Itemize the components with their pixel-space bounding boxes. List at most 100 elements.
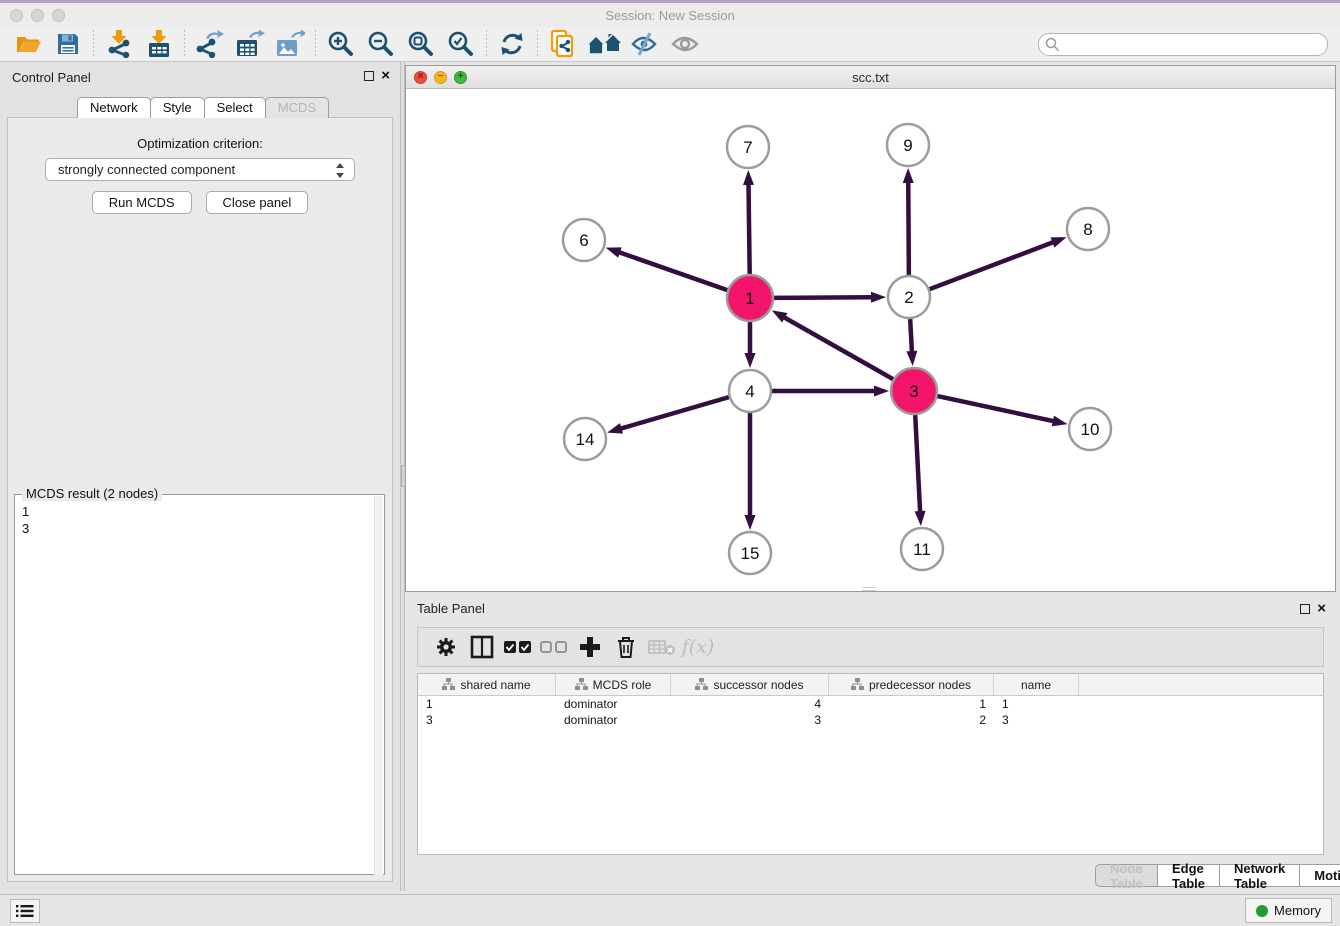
column-header-successor-nodes[interactable]: successor nodes (671, 674, 829, 695)
table-cell[interactable]: 1 (829, 697, 994, 711)
column-header-label: predecessor nodes (869, 678, 971, 692)
network-graph[interactable]: 1234678910111415 (406, 89, 1335, 591)
edge-3-1[interactable] (783, 317, 893, 379)
column-header-label: MCDS role (593, 678, 652, 692)
float-table-panel-icon[interactable] (1300, 604, 1310, 614)
arrowhead-2-3 (906, 351, 917, 366)
arrowhead-4-3 (874, 386, 889, 397)
open-session-icon[interactable] (11, 29, 45, 59)
edge-3-10[interactable] (937, 396, 1054, 421)
column-type-icon (851, 678, 864, 691)
zoom-out-icon[interactable] (364, 29, 398, 59)
table-cell[interactable]: 1 (418, 697, 556, 711)
columns-icon[interactable] (464, 631, 500, 663)
float-panel-icon[interactable] (364, 71, 374, 81)
column-type-icon (575, 678, 588, 691)
column-header-shared-name[interactable]: shared name (418, 674, 556, 695)
control-panel-title: Control Panel (12, 70, 91, 85)
network-window-titlebar[interactable]: × − + scc.txt (406, 66, 1335, 89)
arrowhead-1-7 (743, 170, 754, 185)
app-titlebar: Session: New Session (0, 3, 1340, 27)
export-table-icon[interactable] (233, 29, 267, 59)
node-label-14: 14 (576, 430, 595, 449)
add-icon[interactable] (572, 631, 608, 663)
function-builder-icon: f(x) (680, 631, 716, 663)
delete-icon[interactable] (608, 631, 644, 663)
arrowhead-3-11 (915, 511, 926, 526)
network-canvas[interactable]: 1234678910111415 (406, 89, 1335, 591)
close-panel-button[interactable]: Close panel (206, 191, 309, 214)
edge-4-14[interactable] (620, 397, 729, 429)
control-panel-tabs: NetworkStyleSelectMCDS (77, 97, 328, 118)
tab-motifs[interactable]: Motifs (1299, 864, 1340, 887)
table-cell[interactable]: 3 (418, 713, 556, 727)
tab-select[interactable]: Select (204, 97, 266, 118)
delete-table-icon (644, 631, 680, 663)
zoom-in-icon[interactable] (324, 29, 358, 59)
network-window: × − + scc.txt 1234678910111415 (405, 65, 1336, 592)
table-cell[interactable]: 4 (671, 697, 829, 711)
canvas-resize-grip[interactable] (862, 587, 876, 591)
select-all-icon[interactable] (500, 631, 536, 663)
run-mcds-button[interactable]: Run MCDS (92, 191, 192, 214)
tab-node-table[interactable]: Node Table (1095, 864, 1158, 887)
mcds-result-lines: 1 3 (22, 503, 29, 537)
table-cell[interactable]: dominator (556, 697, 671, 711)
import-table-icon[interactable] (142, 29, 176, 59)
table-row[interactable]: 3dominator323 (418, 712, 1323, 728)
optimization-criterion-select[interactable]: strongly connected component (45, 158, 355, 181)
column-header-name[interactable]: name (994, 674, 1079, 695)
copy-network-icon[interactable] (546, 29, 580, 59)
tab-network-table[interactable]: Network Table (1219, 864, 1300, 887)
table-cell[interactable]: 1 (994, 697, 1079, 711)
table-cell[interactable]: 3 (671, 713, 829, 727)
task-history-button[interactable] (10, 899, 40, 923)
deselect-all-icon[interactable] (536, 631, 572, 663)
search-input[interactable] (1038, 33, 1328, 56)
table-header-row: shared name MCDS role successor nodes prede… (418, 674, 1323, 696)
memory-button[interactable]: Memory (1245, 898, 1332, 923)
tab-network[interactable]: Network (77, 97, 151, 118)
column-type-icon (695, 678, 708, 691)
column-header-MCDS-role[interactable]: MCDS role (556, 674, 671, 695)
node-label-4: 4 (745, 382, 754, 401)
column-header-label: shared name (460, 678, 530, 692)
table-panel-title: Table Panel (417, 601, 485, 616)
edge-2-9[interactable] (908, 181, 909, 275)
mcds-result-scrollbar[interactable] (374, 496, 383, 875)
column-type-icon (442, 678, 455, 691)
save-session-icon[interactable] (51, 29, 85, 59)
edge-2-8[interactable] (930, 242, 1055, 289)
import-network-icon[interactable] (102, 29, 136, 59)
tab-style[interactable]: Style (150, 97, 205, 118)
edge-3-11[interactable] (915, 415, 920, 513)
column-header-label: successor nodes (713, 678, 803, 692)
zoom-selected-icon[interactable] (444, 29, 478, 59)
table-cell[interactable]: 3 (994, 713, 1079, 727)
column-header-predecessor-nodes[interactable]: predecessor nodes (829, 674, 994, 695)
hide-panel-icon[interactable] (628, 29, 662, 59)
table-tabs: Node TableEdge TableNetwork TableMotifs (1095, 864, 1340, 887)
table-row[interactable]: 1dominator411 (418, 696, 1323, 712)
show-panel-icon[interactable] (668, 29, 702, 59)
refresh-icon[interactable] (495, 29, 529, 59)
arrowhead-2-8 (1051, 237, 1067, 247)
tab-mcds[interactable]: MCDS (265, 97, 329, 118)
arrowhead-1-4 (745, 353, 756, 368)
close-panel-icon[interactable]: × (381, 71, 390, 81)
edge-1-2[interactable] (774, 297, 873, 298)
home-icon[interactable] (586, 29, 622, 59)
tab-edge-table[interactable]: Edge Table (1157, 864, 1220, 887)
zoom-fit-icon[interactable] (404, 29, 438, 59)
edge-2-3[interactable] (910, 319, 912, 353)
export-image-icon[interactable] (273, 29, 307, 59)
export-network-icon[interactable] (193, 29, 227, 59)
edge-1-7[interactable] (748, 183, 749, 274)
table-cell[interactable]: dominator (556, 713, 671, 727)
gear-icon[interactable] (428, 631, 464, 663)
node-table[interactable]: shared name MCDS role successor nodes prede… (417, 673, 1324, 855)
close-table-panel-icon[interactable]: × (1317, 604, 1326, 614)
edge-1-6[interactable] (618, 252, 727, 290)
table-cell[interactable]: 2 (829, 713, 994, 727)
arrowhead-3-1 (772, 310, 788, 322)
